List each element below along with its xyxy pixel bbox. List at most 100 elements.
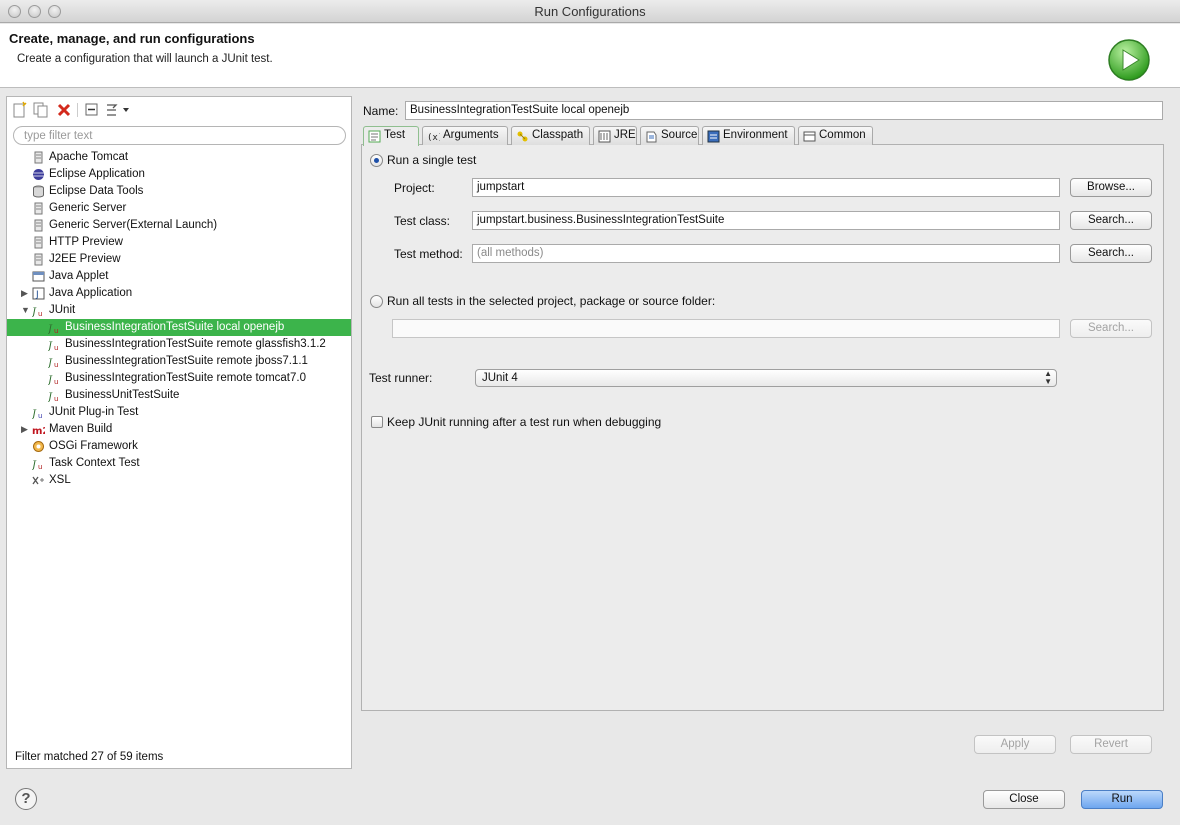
tab-classpath[interactable]: Classpath [511,126,590,145]
tree-item[interactable]: Generic Server(External Launch) [7,217,351,234]
tree-item[interactable]: OSGi Framework [7,438,351,455]
single-test-radio[interactable] [370,154,383,167]
browse-button[interactable]: Browse... [1070,178,1152,197]
junit-icon: Ju [48,358,58,368]
svg-text:u: u [54,378,58,385]
eclipse-icon [33,169,44,180]
expand-arrow-icon[interactable]: ▶ [21,285,28,302]
help-icon[interactable]: ? [15,788,37,810]
tree-item-label: JUnit Plug-in Test [49,406,139,418]
database-icon [33,185,44,198]
source-icon [646,131,657,143]
tree-item[interactable]: XSL [7,472,351,489]
tab-jre[interactable]: JRE [593,126,637,145]
tree-item[interactable]: ▼ Ju JUnit [7,302,351,319]
test-runner-value: JUnit 4 [482,372,518,384]
run-button[interactable]: Run [1081,790,1163,809]
svg-text:J: J [48,341,53,351]
java-app-icon: J [32,287,45,300]
tree-item[interactable]: J2EE Preview [7,251,351,268]
test-icon [368,130,381,143]
maven-icon: m2 [32,426,45,436]
tab-source[interactable]: Source [640,126,699,145]
tree-item-label: Java Application [49,287,133,299]
tree-item-label: JUnit [49,304,76,316]
svg-text:u: u [54,327,58,334]
tree-item[interactable]: Generic Server [7,200,351,217]
tree-item-label: OSGi Framework [49,440,138,452]
project-label: Project: [394,181,435,195]
svg-text:u: u [54,395,58,402]
tree-item[interactable]: Ju BusinessUnitTestSuite [7,387,351,404]
test-method-field[interactable]: (all methods) [472,244,1060,263]
tree-item[interactable]: Ju JUnit Plug-in Test [7,404,351,421]
tree-item[interactable]: ▶ m2 Maven Build [7,421,351,438]
single-test-label: Run a single test [387,153,477,167]
all-tests-radio[interactable] [370,295,383,308]
svg-text:J: J [48,392,53,402]
tab-label: Test [384,129,406,141]
tree-item[interactable]: Eclipse Application [7,166,351,183]
search-container-button[interactable]: Search... [1070,319,1152,338]
keep-running-checkbox[interactable] [371,416,383,428]
svg-text:(x)=: (x)= [427,133,440,143]
tree-item[interactable]: Ju Task Context Test [7,455,351,472]
arguments-icon: (x)= [427,133,440,143]
filter-menu-icon[interactable] [104,101,130,119]
applet-icon [32,271,45,282]
tab-environment[interactable]: Environment [702,126,795,145]
delete-config-icon[interactable] [55,101,73,119]
window-title: Run Configurations [534,4,646,19]
tree-item[interactable]: Java Applet [7,268,351,285]
apply-button[interactable]: Apply [974,735,1056,754]
tree-item[interactable]: HTTP Preview [7,234,351,251]
tab-arguments[interactable]: (x)=Arguments [422,126,508,145]
filter-input[interactable] [13,126,346,145]
svg-text:J: J [48,324,53,334]
name-field[interactable]: BusinessIntegrationTestSuite local opene… [405,101,1163,120]
expand-arrow-icon[interactable]: ▶ [21,421,28,438]
revert-button[interactable]: Revert [1070,735,1152,754]
tree-item-label: Apache Tomcat [49,151,129,163]
test-class-field[interactable]: jumpstart.business.BusinessIntegrationTe… [472,211,1060,230]
tree-item-label: BusinessIntegrationTestSuite local opene… [65,321,285,333]
tree-item[interactable]: ▶ J Java Application [7,285,351,302]
tree-item-label: Maven Build [49,423,113,435]
title-bar: Run Configurations [0,0,1180,23]
project-field[interactable]: jumpstart [472,178,1060,197]
new-config-icon[interactable] [11,101,29,119]
tree-item[interactable]: Apache Tomcat [7,149,351,166]
classpath-icon [517,131,528,142]
all-tests-container-field[interactable] [392,319,1060,338]
tab-label: Arguments [443,129,499,141]
tree-item[interactable]: Ju BusinessIntegrationTestSuite remote to… [7,370,351,387]
tab-common[interactable]: Common [798,126,873,145]
server-icon [34,236,43,249]
tab-test[interactable]: Test [363,126,419,146]
collapse-all-icon[interactable] [83,101,101,119]
tree-item[interactable]: Ju BusinessIntegrationTestSuite remote jb… [7,353,351,370]
search-class-button[interactable]: Search... [1070,211,1152,230]
tree-item-label: XSL [49,474,71,486]
collapse-arrow-icon[interactable]: ▼ [21,302,30,319]
header-title: Create, manage, and run configurations [9,31,255,46]
name-label: Name: [363,104,399,118]
svg-text:J: J [48,375,53,385]
close-button[interactable]: Close [983,790,1065,809]
tree-item[interactable]: Ju BusinessIntegrationTestSuite local ope… [7,319,351,336]
svg-text:J: J [32,460,37,470]
test-runner-select[interactable]: JUnit 4 ▲ ▼ [475,369,1057,387]
tree-item-label: Generic Server [49,202,127,214]
tree-item-label: BusinessUnitTestSuite [65,389,180,401]
search-method-button[interactable]: Search... [1070,244,1152,263]
tab-label: Common [819,129,866,141]
keep-running-label: Keep JUnit running after a test run when… [387,415,662,429]
environment-icon [707,130,720,143]
run-banner-icon [1108,39,1150,81]
junit-icon: Ju [48,341,58,351]
tree-item[interactable]: Ju BusinessIntegrationTestSuite remote gl… [7,336,351,353]
junit-icon: Ju [48,324,58,334]
duplicate-config-icon[interactable] [32,101,50,119]
junit-plugin-icon: Ju [32,409,42,419]
tree-item[interactable]: Eclipse Data Tools [7,183,351,200]
